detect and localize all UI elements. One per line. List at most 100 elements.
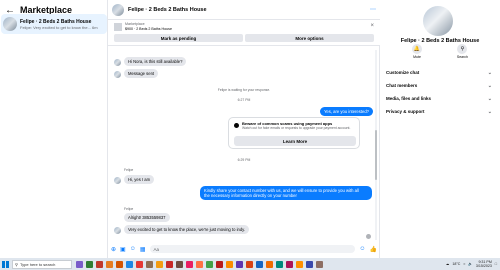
search-icon: ⚲ <box>15 261 18 267</box>
details-actions: 🔔 Mute ⚲ Search <box>412 44 468 59</box>
network-icon[interactable]: ≈ <box>463 262 465 266</box>
app-icon[interactable] <box>106 260 113 268</box>
like-icon[interactable]: 👍 <box>370 246 377 253</box>
listing-actions: Mark as pending More options <box>108 32 380 42</box>
gif-icon[interactable]: ▦ <box>140 246 146 253</box>
avatar <box>114 227 121 234</box>
avatar <box>423 6 453 36</box>
mute-button[interactable]: 🔔 Mute <box>412 44 422 59</box>
conversation-snippet: Felipe: Very excited to get to know the.… <box>20 24 98 30</box>
more-options-button[interactable]: More options <box>245 34 374 42</box>
sticker-icon[interactable]: ☺ <box>130 246 136 252</box>
volume-icon[interactable]: 🔈 <box>468 262 472 266</box>
app-icon[interactable] <box>186 260 193 268</box>
timestamp: 6:29 PM <box>237 158 251 162</box>
avatar <box>3 17 17 31</box>
mute-label: Mute <box>413 55 421 59</box>
app-icon[interactable] <box>206 260 213 268</box>
sender-name: Felipe <box>124 168 134 172</box>
menu-label: Customize chat <box>386 70 420 75</box>
app-icon[interactable] <box>116 260 123 268</box>
avatar <box>114 177 121 184</box>
app-icon[interactable] <box>96 260 103 268</box>
listing-text: Marketplace $900 · 2 Beds 2 Baths House <box>125 22 172 32</box>
taskbar-search[interactable]: ⚲ Type here to search <box>12 259 72 269</box>
chevron-down-icon: ⌄ <box>487 82 492 89</box>
app-icon[interactable] <box>126 260 133 268</box>
windows-taskbar: ⚲ Type here to search ☁ 18°C ≈ 🔈 9:31 PM… <box>0 258 500 270</box>
emoji-icon[interactable]: ☺ <box>359 246 365 252</box>
message-bubble: Kindly share your contact number with us… <box>200 186 372 200</box>
conversation-item-felipe[interactable]: Felipe · 2 Beds 2 Baths House Felipe: Ve… <box>1 14 107 34</box>
timestamp: 6:27 PM <box>237 98 251 102</box>
card-subtitle: Watch out for fake emails or requests to… <box>242 126 351 130</box>
app-icon[interactable] <box>146 260 153 268</box>
chat-header: Felipe · 2 Beds 2 Baths House ⋯ <box>108 0 380 20</box>
menu-label: Chat members <box>386 83 418 88</box>
weather-temp: 18°C <box>452 262 461 266</box>
conversation-name: Felipe · 2 Beds 2 Baths House <box>20 18 92 25</box>
menu-label: Privacy & support <box>386 109 425 114</box>
message-input[interactable]: Aa <box>149 245 356 253</box>
app-icon[interactable] <box>286 260 293 268</box>
system-tray: ☁ 18°C ≈ 🔈 9:31 PM 3/15/2023 □ <box>446 258 497 270</box>
windows-start-icon[interactable] <box>2 260 9 268</box>
message-line: the necessary information directly on yo… <box>204 193 297 198</box>
app-icon[interactable] <box>136 260 143 268</box>
scrollbar-thumb[interactable] <box>375 130 377 180</box>
app-icon[interactable] <box>176 260 183 268</box>
chat-title[interactable]: Felipe · 2 Beds 2 Baths House <box>128 7 370 13</box>
menu-media-files-links[interactable]: Media, files and links ⌄ <box>384 92 494 105</box>
app-icon[interactable] <box>156 260 163 268</box>
app-icon[interactable] <box>256 260 263 268</box>
app-icon[interactable] <box>166 260 173 268</box>
message-bubble: Alright! 3853559837 <box>124 213 170 222</box>
bell-icon: 🔔 <box>412 44 422 54</box>
message-bubble: Hi Nora, is this still available? <box>124 57 187 66</box>
plus-icon[interactable]: ⊕ <box>111 246 116 253</box>
app-icon[interactable] <box>216 260 223 268</box>
app-icon[interactable] <box>86 260 93 268</box>
notification-icon[interactable]: □ <box>495 262 497 266</box>
avatar <box>114 59 121 66</box>
app-icon[interactable] <box>296 260 303 268</box>
menu-chat-members[interactable]: Chat members ⌄ <box>384 79 494 92</box>
app-icon[interactable] <box>196 260 203 268</box>
header-actions: ⋯ <box>370 6 376 13</box>
image-icon[interactable]: ▣ <box>120 246 126 253</box>
menu-customize-chat[interactable]: Customize chat ⌄ <box>384 66 494 79</box>
listing-banner: Marketplace $900 · 2 Beds 2 Baths House … <box>108 20 380 46</box>
search-icon: ⚲ <box>457 44 468 54</box>
listing-info[interactable]: Marketplace $900 · 2 Beds 2 Baths House <box>108 20 380 32</box>
app-icon[interactable] <box>276 260 283 268</box>
conversation-text: Felipe · 2 Beds 2 Baths House Felipe: Ve… <box>20 19 98 30</box>
listing-thumbnail <box>114 23 122 31</box>
taskbar-search-placeholder: Type here to search <box>19 261 56 267</box>
message-thread: Hi Nora, is this still available? Messag… <box>108 46 380 242</box>
app-icon[interactable] <box>316 260 323 268</box>
message-bubble: Hi, yes I am <box>124 175 155 184</box>
details-panel: Felipe · 2 Beds 2 Baths House 🔔 Mute ⚲ S… <box>380 0 500 258</box>
message-composer: ⊕ ▣ ☺ ▦ Aa ☺ 👍 <box>108 242 380 256</box>
close-icon[interactable]: × <box>370 23 374 29</box>
search-button[interactable]: ⚲ Search <box>457 44 468 59</box>
app-icon[interactable] <box>76 260 83 268</box>
message-bubble: Very excited to get to know the place, w… <box>124 225 250 234</box>
conversation-sidebar: ← Marketplace Felipe · 2 Beds 2 Baths Ho… <box>0 0 108 258</box>
chat-panel: Felipe · 2 Beds 2 Baths House ⋯ Marketpl… <box>108 0 380 258</box>
avatar[interactable] <box>112 3 124 16</box>
app-icon[interactable] <box>236 260 243 268</box>
system-clock[interactable]: 9:31 PM 3/15/2023 <box>476 260 492 268</box>
app-icon[interactable] <box>226 260 233 268</box>
more-icon[interactable]: ⋯ <box>370 6 376 13</box>
app-icon[interactable] <box>246 260 253 268</box>
weather-icon: ☁ <box>445 262 450 266</box>
message-bubble: Message sent <box>124 69 159 78</box>
avatar <box>114 71 121 78</box>
clock-date: 3/15/2023 <box>475 264 492 268</box>
app-icon[interactable] <box>266 260 273 268</box>
app-icon[interactable] <box>306 260 313 268</box>
menu-privacy-support[interactable]: Privacy & support ⌄ <box>384 105 494 118</box>
mark-pending-button[interactable]: Mark as pending <box>114 34 243 42</box>
learn-more-button[interactable]: Learn More <box>234 136 356 146</box>
